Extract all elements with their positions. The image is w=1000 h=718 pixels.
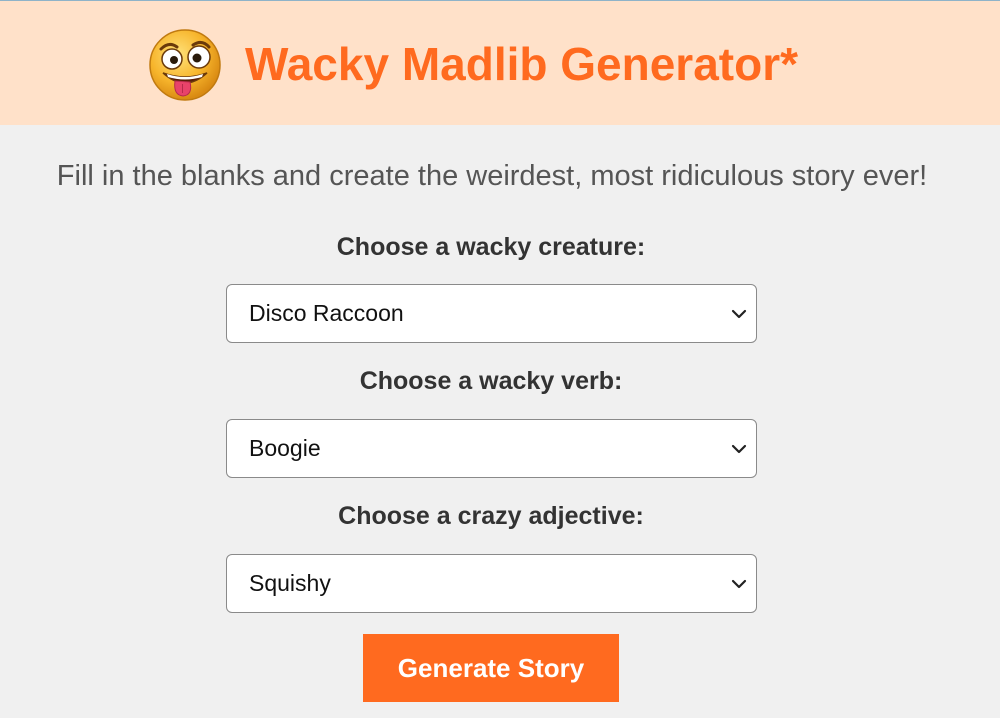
creature-label: Choose a wacky creature: bbox=[336, 233, 646, 261]
verb-label: Choose a wacky verb: bbox=[359, 367, 623, 395]
generate-story-button[interactable]: Generate Story bbox=[363, 634, 619, 702]
creature-select[interactable]: Disco Raccoon bbox=[226, 284, 757, 343]
adjective-select[interactable]: Squishy bbox=[226, 554, 757, 613]
verb-select[interactable]: Boogie bbox=[226, 419, 757, 478]
page-title: Wacky Madlib Generator* bbox=[245, 38, 799, 90]
chevron-down-icon bbox=[731, 309, 747, 319]
adjective-label: Choose a crazy adjective: bbox=[338, 502, 644, 530]
page-header: Wacky Madlib Generator* bbox=[0, 1, 1000, 125]
verb-select-value: Boogie bbox=[249, 435, 321, 461]
intro-text: Fill in the blanks and create the weirde… bbox=[56, 160, 928, 192]
chevron-down-icon bbox=[731, 444, 747, 454]
adjective-select-value: Squishy bbox=[249, 570, 331, 596]
chevron-down-icon bbox=[731, 579, 747, 589]
crazy-face-emoji-icon bbox=[149, 29, 221, 101]
creature-select-value: Disco Raccoon bbox=[249, 300, 404, 326]
